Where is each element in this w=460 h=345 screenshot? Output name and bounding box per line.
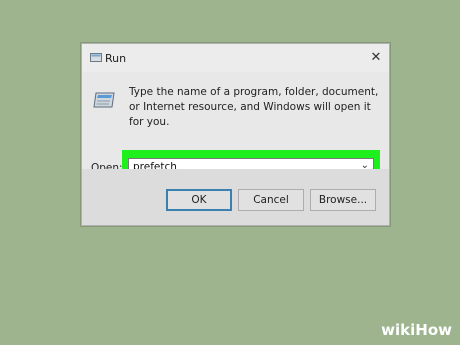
dialog-body: Type the name of a program, folder, docu…	[82, 72, 389, 186]
run-program-icon	[93, 92, 115, 108]
ok-button[interactable]: OK	[166, 189, 232, 211]
dialog-description: Type the name of a program, folder, docu…	[129, 86, 379, 128]
run-dialog: Run ✕ Type the name of a program, folder…	[81, 43, 390, 226]
close-icon: ✕	[370, 50, 382, 65]
close-button[interactable]: ✕	[367, 50, 385, 66]
wikihow-watermark: wikiHow	[381, 321, 452, 339]
browse-button[interactable]: Browse...	[310, 189, 376, 211]
dialog-title: Run	[105, 52, 127, 65]
run-app-icon	[90, 53, 102, 62]
watermark-how: How	[415, 321, 452, 339]
title-bar[interactable]: Run ✕	[82, 44, 389, 72]
dialog-footer: OK Cancel Browse...	[82, 169, 389, 225]
cancel-button[interactable]: Cancel	[238, 189, 304, 211]
watermark-wiki: wiki	[381, 321, 416, 339]
